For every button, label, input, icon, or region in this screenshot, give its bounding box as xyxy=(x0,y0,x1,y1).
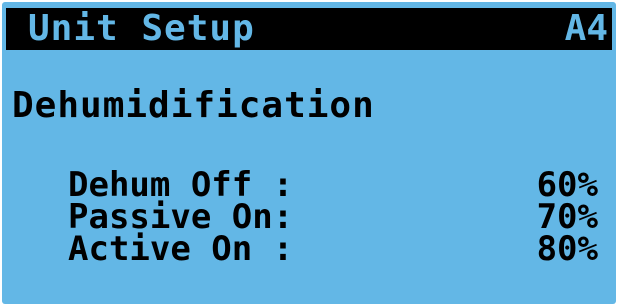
setpoint-label: Active On : xyxy=(68,229,294,269)
screen-code: A4 xyxy=(564,8,608,49)
screen-title: Unit Setup xyxy=(28,8,255,49)
lcd-display: Unit Setup A4 Dehumidification Dehum Off… xyxy=(2,2,616,304)
title-bar: Unit Setup A4 xyxy=(6,8,612,50)
setpoint-value[interactable]: 80% xyxy=(537,232,598,266)
setpoint-row-active-on[interactable]: Active On : 80% xyxy=(68,229,598,269)
section-title: Dehumidification xyxy=(12,85,375,126)
